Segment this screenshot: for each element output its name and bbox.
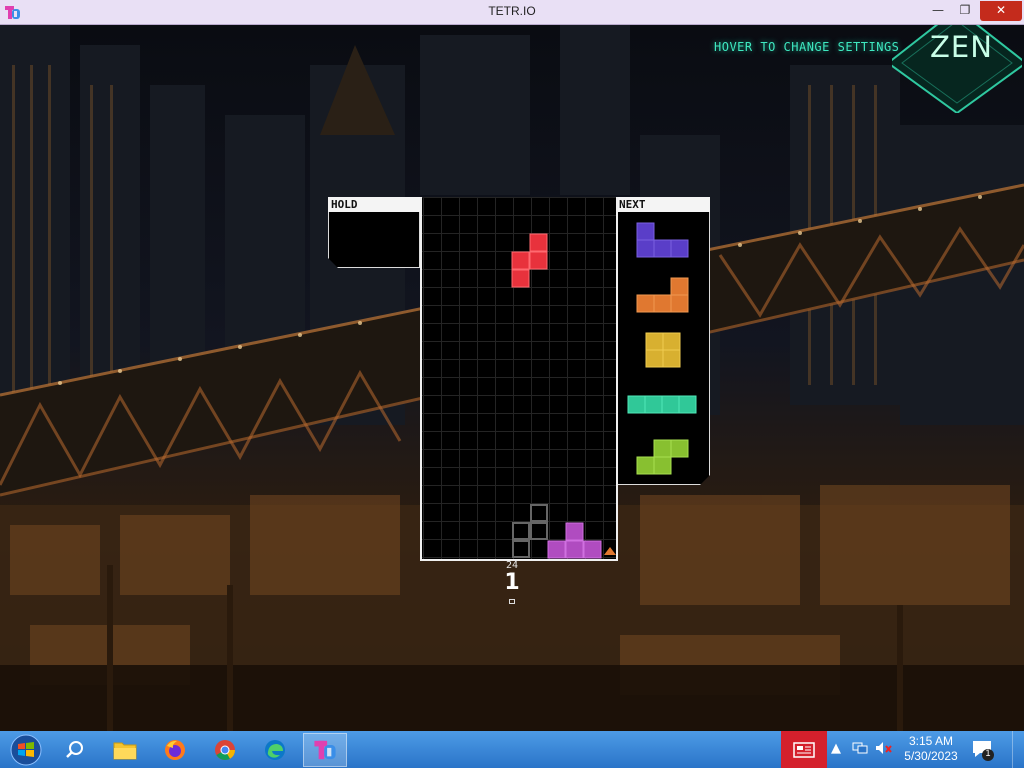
hold-box bbox=[328, 212, 420, 268]
file-explorer-icon[interactable] bbox=[105, 733, 145, 767]
news-widget-icon[interactable] bbox=[781, 731, 827, 768]
window-title-bar: TETR.IO — ❐ ✕ bbox=[0, 0, 1024, 25]
volume-muted-icon[interactable] bbox=[875, 741, 893, 759]
search-icon[interactable] bbox=[55, 733, 95, 767]
system-clock[interactable]: 3:15 AM 5/30/2023 bbox=[896, 734, 966, 764]
show-hidden-icons-icon[interactable]: ▲ bbox=[831, 741, 841, 756]
next-piece-l bbox=[637, 278, 688, 312]
progress-marker bbox=[509, 599, 515, 604]
close-button[interactable]: ✕ bbox=[980, 1, 1022, 21]
notification-center-icon[interactable]: 1 bbox=[970, 737, 996, 763]
next-piece-i bbox=[628, 396, 696, 413]
board-pieces bbox=[511, 233, 616, 559]
next-piece-s bbox=[637, 440, 688, 474]
window-title: TETR.IO bbox=[488, 4, 536, 18]
level-counter: 1 bbox=[504, 570, 520, 595]
maximize-button[interactable]: ❐ bbox=[952, 1, 978, 21]
corner-marker-icon bbox=[604, 547, 616, 555]
notification-count: 1 bbox=[985, 748, 991, 758]
firefox-icon[interactable] bbox=[155, 733, 195, 767]
next-queue-pieces bbox=[617, 212, 711, 485]
tetrio-icon[interactable] bbox=[303, 733, 347, 767]
next-label: NEXT bbox=[616, 197, 710, 212]
chrome-icon[interactable] bbox=[205, 733, 245, 767]
next-piece-o bbox=[646, 333, 680, 367]
ghost-piece bbox=[512, 504, 548, 558]
network-icon[interactable] bbox=[852, 741, 868, 759]
hold-label: HOLD bbox=[328, 197, 420, 212]
game-mode-label: ZEN bbox=[930, 30, 993, 64]
next-queue bbox=[616, 212, 710, 485]
clock-time: 3:15 AM bbox=[908, 734, 954, 748]
taskbar: ▲ 3:15 AM 5/30/2023 1 bbox=[0, 731, 1024, 768]
edge-icon[interactable] bbox=[255, 733, 295, 767]
minimize-button[interactable]: — bbox=[925, 1, 951, 21]
placed-piece-t bbox=[547, 522, 602, 559]
start-button[interactable] bbox=[8, 733, 44, 767]
next-piece-j bbox=[637, 223, 688, 257]
active-piece-z bbox=[511, 233, 548, 288]
show-desktop-button[interactable] bbox=[1012, 731, 1024, 768]
game-area: HOVER TO CHANGE SETTINGS ZEN HOLD NEXT 2… bbox=[0, 25, 1024, 731]
clock-date: 5/30/2023 bbox=[904, 749, 958, 763]
settings-hint[interactable]: HOVER TO CHANGE SETTINGS bbox=[714, 40, 899, 54]
